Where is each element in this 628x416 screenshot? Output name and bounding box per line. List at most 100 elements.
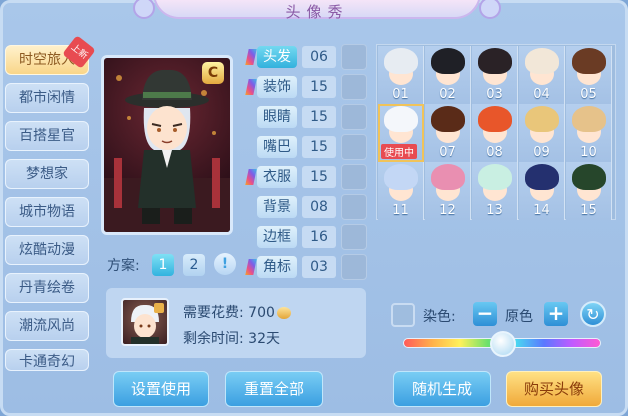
part-value: 06 xyxy=(302,46,336,68)
hair-swatch xyxy=(572,164,606,190)
avatar-thumbnail xyxy=(121,298,169,346)
hair-option[interactable]: 01 xyxy=(378,46,424,104)
category-label: 百搭星官 xyxy=(19,128,75,144)
hair-option-number: 13 xyxy=(486,203,503,218)
set-use-button[interactable]: 设置使用 xyxy=(113,371,209,407)
hair-option[interactable]: 09 xyxy=(519,104,565,162)
avatar-show-window: 头像秀 时空旅人 上新 都市闲情 百搭星官 梦想家 城市物语 炫酷动漫 丹青绘卷 … xyxy=(0,0,628,416)
rainbow-flag-icon xyxy=(245,79,257,95)
hair-option[interactable]: 08 xyxy=(472,104,518,162)
part-swatch[interactable] xyxy=(341,254,367,280)
category-label: 城市物语 xyxy=(19,204,75,220)
category-item[interactable]: 城市物语 xyxy=(5,197,89,227)
hair-swatch xyxy=(572,106,606,132)
category-item[interactable]: 时空旅人 上新 xyxy=(5,35,96,75)
c-badge-icon: C xyxy=(202,62,224,84)
hair-option[interactable]: 04 xyxy=(519,46,565,104)
slider-handle[interactable] xyxy=(490,331,516,357)
part-swatch[interactable] xyxy=(341,74,367,100)
hair-option[interactable]: 12 xyxy=(425,162,471,220)
hair-option[interactable]: 05 xyxy=(566,46,612,104)
price-row: 需要花费: 700 xyxy=(183,302,291,322)
hair-option-number: 02 xyxy=(439,87,456,102)
part-label[interactable]: 嘴巴 xyxy=(257,136,297,158)
hair-option[interactable]: 02 xyxy=(425,46,471,104)
hair-option[interactable]: 11 xyxy=(378,162,424,220)
hair-option[interactable]: 15 xyxy=(566,162,612,220)
hair-option[interactable]: 07 xyxy=(425,104,471,162)
scheme-button-2[interactable]: 2 xyxy=(183,254,205,276)
category-label: 潮流风尚 xyxy=(19,318,75,334)
category-item[interactable]: 百搭星官 xyxy=(5,121,89,151)
rainbow-flag-icon xyxy=(245,49,257,65)
rainbow-flag-icon xyxy=(245,259,257,275)
hair-option-number: 09 xyxy=(533,145,550,160)
title-ornament-right xyxy=(479,0,501,19)
price-text: 需要花费: 700 xyxy=(183,305,275,321)
category-list: 时空旅人 上新 都市闲情 百搭星官 梦想家 城市物语 炫酷动漫 丹青绘卷 潮流风尚… xyxy=(5,35,96,379)
buy-avatar-button[interactable]: 购买头像 xyxy=(506,371,602,407)
part-label[interactable]: 角标 xyxy=(257,256,297,278)
part-swatch[interactable] xyxy=(341,44,367,70)
part-label[interactable]: 眼睛 xyxy=(257,106,297,128)
reset-all-button[interactable]: 重置全部 xyxy=(225,371,323,407)
part-label[interactable]: 头发 xyxy=(257,46,297,68)
category-item[interactable]: 都市闲情 xyxy=(5,83,89,113)
category-label: 都市闲情 xyxy=(19,90,75,106)
hair-option-number: 08 xyxy=(486,145,503,160)
hair-option[interactable]: 使用中 xyxy=(378,104,424,162)
hair-swatch xyxy=(431,48,465,74)
category-item[interactable]: 梦想家 xyxy=(5,159,89,189)
part-swatch[interactable] xyxy=(341,194,367,220)
category-item[interactable]: 炫酷动漫 xyxy=(5,235,89,265)
hair-swatch xyxy=(478,106,512,132)
hair-option[interactable]: 10 xyxy=(566,104,612,162)
hair-swatch xyxy=(525,48,559,74)
scheme-button-1[interactable]: 1 xyxy=(152,254,174,276)
color-slider[interactable] xyxy=(403,331,601,357)
dye-plus-button[interactable]: + xyxy=(544,302,568,326)
info-icon[interactable]: ! xyxy=(214,253,236,275)
hair-option-number: 01 xyxy=(392,87,409,102)
hair-option-number: 14 xyxy=(533,203,550,218)
part-value: 08 xyxy=(302,196,336,218)
hair-option-number: 05 xyxy=(580,87,597,102)
hair-option-number: 11 xyxy=(392,203,409,218)
dye-minus-button[interactable]: − xyxy=(473,302,497,326)
hair-option[interactable]: 03 xyxy=(472,46,518,104)
dye-label: 染色: xyxy=(423,309,456,325)
part-label[interactable]: 边框 xyxy=(257,226,297,248)
category-label: 丹青绘卷 xyxy=(19,280,75,296)
category-label: 梦想家 xyxy=(26,166,68,182)
part-swatch[interactable] xyxy=(341,134,367,160)
category-label: 卡通奇幻 xyxy=(19,354,75,370)
hair-swatch xyxy=(525,106,559,132)
random-generate-button[interactable]: 随机生成 xyxy=(393,371,491,407)
category-item[interactable]: 潮流风尚 xyxy=(5,311,89,341)
part-label[interactable]: 装饰 xyxy=(257,76,297,98)
dye-checkbox[interactable] xyxy=(391,303,415,327)
hair-option[interactable]: 13 xyxy=(472,162,518,220)
part-label[interactable]: 背景 xyxy=(257,196,297,218)
part-swatch[interactable] xyxy=(341,164,367,190)
hair-option-number: 07 xyxy=(439,145,456,160)
category-label: 炫酷动漫 xyxy=(19,242,75,258)
hair-option-number: 10 xyxy=(580,145,597,160)
hair-swatch xyxy=(572,48,606,74)
hair-option-number: 15 xyxy=(580,203,597,218)
cost-panel: 需要花费: 700 剩余时间: 32天 xyxy=(106,288,366,358)
category-item[interactable]: 卡通奇幻 xyxy=(5,349,89,371)
hair-swatch xyxy=(384,164,418,190)
hair-option-number: 03 xyxy=(486,87,503,102)
part-swatch[interactable] xyxy=(341,104,367,130)
part-value: 16 xyxy=(302,226,336,248)
part-label[interactable]: 衣服 xyxy=(257,166,297,188)
rainbow-flag-icon xyxy=(245,169,257,185)
refresh-icon[interactable]: ↻ xyxy=(580,301,606,327)
part-swatch[interactable] xyxy=(341,224,367,250)
category-item[interactable]: 丹青绘卷 xyxy=(5,273,89,303)
part-value: 15 xyxy=(302,136,336,158)
scheme-label: 方案: xyxy=(107,258,140,274)
hair-option[interactable]: 14 xyxy=(519,162,565,220)
hair-option-number: 04 xyxy=(533,87,550,102)
